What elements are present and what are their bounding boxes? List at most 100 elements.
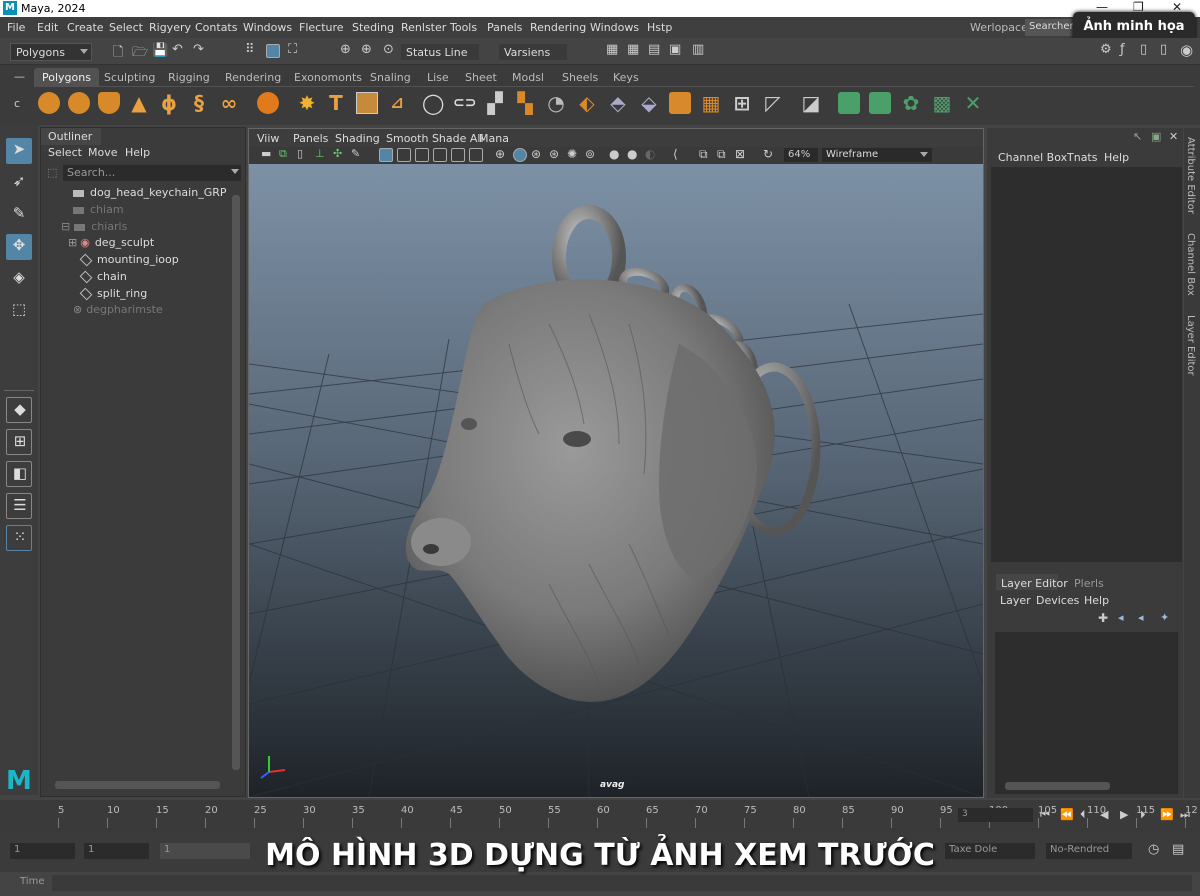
vp-menu-smooth-shade[interactable]: Smooth Shade All	[386, 132, 484, 145]
settings-gear-icon[interactable]: ⚙	[1100, 42, 1112, 57]
grid-toggle-icon[interactable]	[379, 148, 393, 162]
tree-item-chiarls[interactable]: ⊟ chiarls	[61, 220, 127, 233]
camera-attributes-icon[interactable]: ⧉	[279, 147, 287, 161]
uv-cut-icon[interactable]: ✕	[962, 92, 984, 114]
scale-tool-button[interactable]: ⬚	[6, 298, 32, 324]
poly-pipe-icon[interactable]: ϕ	[158, 92, 180, 114]
menu-select[interactable]: Select	[109, 21, 143, 34]
resolution-gate-icon[interactable]	[415, 148, 429, 162]
shelf-tab-lise[interactable]: Lise	[427, 68, 449, 86]
step-back-frame-icon[interactable]: ⏴	[1080, 808, 1086, 822]
shelf-tab-rigging[interactable]: Rigging	[168, 68, 210, 86]
snap-point-icon[interactable]: ⊙	[383, 42, 394, 57]
safe-action-icon[interactable]	[469, 148, 483, 162]
select-object-icon[interactable]	[266, 44, 280, 58]
user-avatar-icon[interactable]: ◉	[1180, 41, 1193, 59]
camera-select-icon[interactable]: ▬	[261, 147, 271, 160]
new-scene-icon[interactable]: 🗋	[113, 43, 123, 65]
render-view-icon[interactable]: ▦	[606, 42, 618, 57]
go-to-end-icon[interactable]: ⏭	[1180, 808, 1190, 822]
multi-cut-icon[interactable]: ⊞	[731, 92, 753, 114]
poly-sphere-wire-icon[interactable]	[68, 92, 90, 114]
lasso-tool-button[interactable]: ➶	[6, 170, 32, 196]
wireframe-on-shaded-icon[interactable]: ⊛	[531, 147, 541, 161]
menu-windows-2[interactable]: Windows	[590, 21, 639, 34]
shelf-tab-keys[interactable]: Keys	[613, 68, 639, 86]
panel-close-icon[interactable]: ✕	[1169, 130, 1178, 143]
menu-contats[interactable]: Contats	[195, 21, 237, 34]
panel-float-icon[interactable]: ↖	[1133, 130, 1142, 143]
light-icon[interactable]: ✸	[296, 92, 318, 114]
shelf-tab-sheet[interactable]: Sheet	[465, 68, 497, 86]
single-pane-button[interactable]: ◆	[6, 397, 32, 423]
panel-dock-icon[interactable]: ▣	[1151, 130, 1161, 143]
play-forward-icon[interactable]: ▶	[1120, 808, 1128, 821]
open-scene-icon[interactable]: 🗁	[132, 43, 148, 65]
vp-menu-shading[interactable]: Shading	[335, 132, 380, 145]
svg-tool-icon[interactable]: ⊿	[386, 92, 408, 114]
select-hierarchy-icon[interactable]: ⠿	[245, 42, 255, 57]
versions-field[interactable]: Varsiens	[498, 43, 568, 61]
layer-list-area[interactable]	[995, 632, 1178, 794]
side-tab-attribute-editor[interactable]: Attribute Editor	[1185, 137, 1196, 214]
rotate-tool-button[interactable]: ◈	[6, 266, 32, 292]
add-layer-icon[interactable]: ✚	[1098, 611, 1108, 625]
outliner-menu-help[interactable]: Help	[125, 146, 150, 159]
step-back-key-icon[interactable]: ⏪	[1060, 808, 1074, 821]
uv-layout-icon[interactable]: ▩	[931, 92, 953, 114]
move-layer-down-icon[interactable]: ✦	[1160, 611, 1169, 624]
motion-blur-icon[interactable]: ●	[627, 147, 637, 161]
shelf-menu-icon[interactable]: —	[14, 70, 25, 83]
image-plane-icon[interactable]	[356, 92, 378, 114]
menu-panels[interactable]: Panels	[487, 21, 522, 34]
outliner-layout-button[interactable]: ☰	[6, 493, 32, 519]
shelf-tab-sculpting[interactable]: Sculpting	[104, 68, 155, 86]
shelf-tab-polygons[interactable]: Polygons	[34, 68, 99, 86]
outliner-vscrollbar[interactable]	[232, 195, 240, 770]
outliner-search-input[interactable]: Search...	[63, 165, 241, 181]
outliner-menu-move[interactable]: Move	[88, 146, 118, 159]
textured-icon[interactable]: ⊛	[549, 147, 559, 161]
play-backward-icon[interactable]: ◀	[1100, 808, 1108, 821]
viewport-zoom-field[interactable]: 64%	[784, 148, 818, 162]
step-forward-frame-icon[interactable]: ⏵	[1140, 808, 1146, 822]
tree-item-degpharimste[interactable]: ⊗ degpharimste	[73, 303, 163, 316]
screen-space-ao-icon[interactable]: ●	[609, 147, 619, 161]
tree-item-deg-sculpt[interactable]: ⊞ ◉ deg_sculpt	[68, 236, 154, 249]
cube-icon[interactable]	[669, 92, 691, 114]
shelf-tab-rendering[interactable]: Rendering	[225, 68, 281, 86]
target-weld-icon[interactable]: ◸	[762, 92, 784, 114]
uv-sew-icon[interactable]: ✿	[900, 92, 922, 114]
side-tab-layer-editor[interactable]: Layer Editor	[1185, 315, 1196, 376]
cb-menu-tnats[interactable]: Tnats	[1067, 151, 1097, 164]
undo-icon[interactable]: ↶	[172, 42, 183, 57]
bevel-icon[interactable]: ⬙	[638, 92, 660, 114]
combine-icon[interactable]: ▞	[484, 92, 506, 114]
connect-icon[interactable]: ◪	[800, 92, 822, 114]
mode-dropdown[interactable]: Polygons	[10, 43, 92, 61]
uv-unfold-icon[interactable]	[869, 92, 891, 114]
menu-rigging[interactable]: Rigyery	[149, 21, 191, 34]
hypershade-icon[interactable]: ▥	[692, 42, 704, 57]
chevron-down-icon[interactable]	[231, 169, 239, 174]
tree-item-mounting-loop[interactable]: mounting_ioop	[79, 253, 179, 267]
anti-alias-icon[interactable]: ◐	[645, 147, 655, 161]
film-gate-icon[interactable]	[397, 148, 411, 162]
wireframe-icon[interactable]: ⊕	[495, 147, 505, 161]
cb-menu-help[interactable]: Help	[1104, 151, 1129, 164]
shelf-tab-sheels[interactable]: Sheels	[562, 68, 598, 86]
layer-menu-help[interactable]: Help	[1084, 594, 1109, 607]
shelf-tab-exonomonts[interactable]: Exonomonts	[294, 68, 362, 86]
move-layer-up-icon[interactable]: ◂	[1138, 611, 1144, 624]
2d-pan-icon[interactable]: ✣	[333, 147, 342, 160]
xray-joints-icon[interactable]: ⧉	[717, 147, 726, 162]
tab-plerls[interactable]: Plerls	[1074, 577, 1104, 590]
outliner-menu-select[interactable]: Select	[48, 146, 82, 159]
xray-components-icon[interactable]: ⊠	[735, 147, 745, 161]
poly-cylinder-icon[interactable]	[98, 92, 120, 114]
new-layer-selected-icon[interactable]: ◂	[1118, 611, 1124, 624]
chain-link-icon[interactable]: ⊂⊃	[453, 92, 476, 114]
collapse-icon[interactable]: ⊟	[61, 220, 70, 233]
tree-item-split-ring[interactable]: split_ring	[79, 287, 147, 301]
shadows-icon[interactable]: ⊚	[585, 147, 595, 161]
